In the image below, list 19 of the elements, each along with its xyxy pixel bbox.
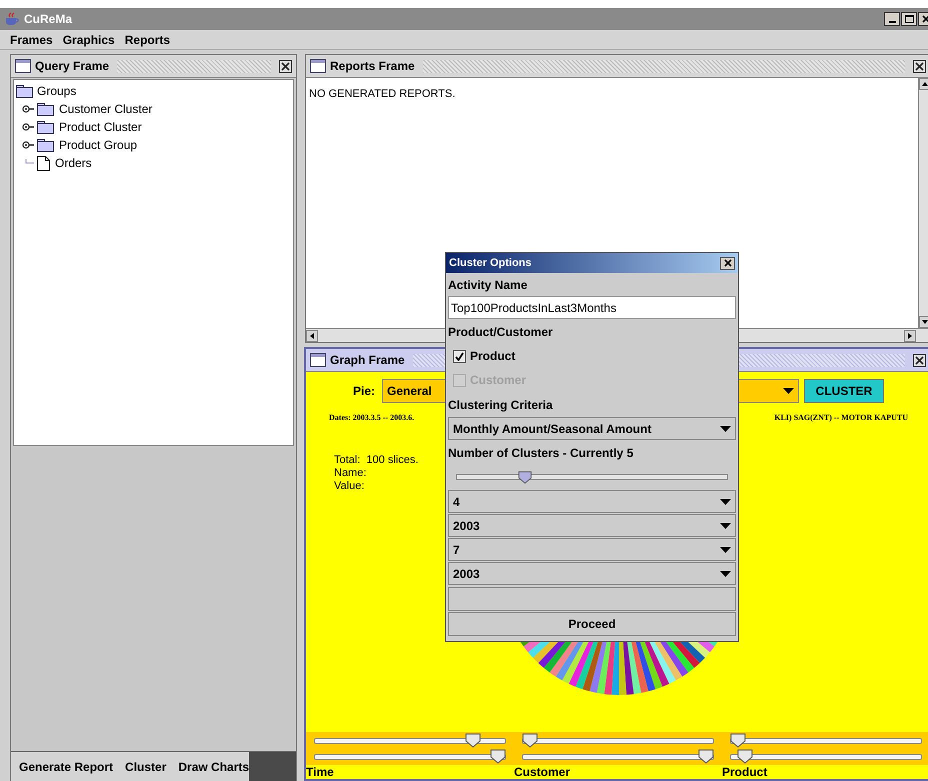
- info-text: Total: 100 slices.: [334, 454, 418, 467]
- frame-title: Query Frame: [35, 58, 110, 75]
- frame-title: Reports Frame: [330, 58, 415, 75]
- dialog-title: Cluster Options: [449, 256, 532, 271]
- info-text: Value:: [334, 480, 364, 493]
- field-label: Activity Name: [448, 276, 528, 294]
- field-label: Number of Clusters - Currently 5: [448, 444, 634, 462]
- dates-text: KLI) SAG(ZNT) -- MOTOR KAPUTU: [774, 412, 908, 424]
- app-title: CuReMa: [24, 11, 72, 28]
- report-text: NO GENERATED REPORTS.: [309, 88, 456, 100]
- info-text: Name:: [334, 467, 366, 480]
- field-label: Product/Customer: [448, 324, 554, 340]
- frame-title: Graph Frame: [330, 352, 405, 369]
- field-label: Clustering Criteria: [448, 396, 554, 414]
- range-label: Customer: [514, 765, 570, 779]
- range-label: Time: [306, 765, 334, 779]
- chart-type-label: Pie:: [353, 383, 376, 400]
- range-label: Product: [722, 765, 768, 779]
- dates-text: Dates: 2003.3.5 -- 2003.6.: [329, 412, 414, 424]
